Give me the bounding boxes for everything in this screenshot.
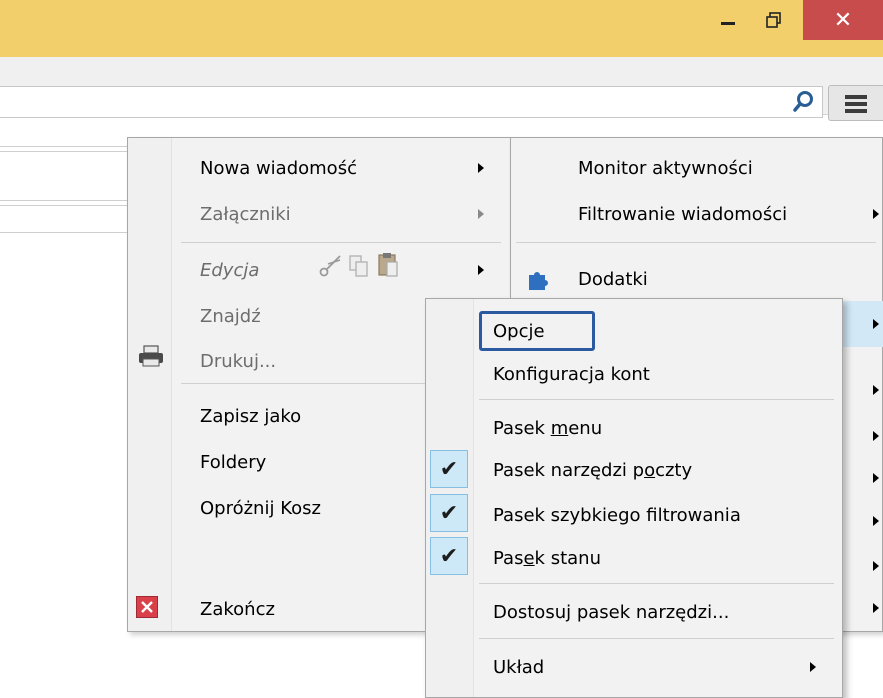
menu-item-mail-toolbar[interactable]: Pasek narzędzi p o czty [493,447,793,493]
puzzle-icon [525,266,551,292]
menu-item-label: Nowa wiadomość [200,157,357,179]
chevron-right-icon [873,209,879,219]
menu-item-label: Opcje [493,320,545,342]
separator [479,583,834,584]
checkmark-icon: ✔ [430,450,468,488]
separator [181,242,501,243]
access-key: m [550,417,569,439]
menu-item-label: Pasek narzędzi p [493,459,645,481]
divider [0,146,130,147]
menu-item-label: Opróżnij Kosz [200,497,321,519]
chevron-right-icon [873,473,879,483]
menu-item-label: Pas [493,547,524,569]
menu-item-edit[interactable]: Edycja [200,247,330,293]
menu-item-menu-bar[interactable]: Pasek m enu [493,405,793,451]
separator [479,638,834,639]
menu-item-label: Foldery [200,451,267,473]
menu-item-print[interactable]: Drukuj... [200,338,450,384]
chevron-right-icon [873,603,879,613]
chevron-right-icon [873,516,879,526]
menu-item-label: Drukuj... [200,350,277,372]
hamburger-icon [845,95,867,99]
menu-item-customize-toolbar[interactable]: Dostosuj pasek narzędzi... [493,589,813,635]
chevron-right-icon [873,319,879,329]
checkmark-icon: ✔ [430,494,468,532]
chevron-right-icon [478,209,484,219]
menu-item-folders[interactable]: Foldery [200,439,450,485]
menu-item-message-filters[interactable]: Filtrowanie wiadomości [578,191,868,237]
restore-button[interactable] [751,0,797,40]
menu-item-label: Załączniki [200,203,291,225]
menu-item-account-settings[interactable]: Konfiguracja kont [493,351,793,397]
minimize-button[interactable] [705,0,751,40]
divider [0,232,130,233]
app-menu-button[interactable] [828,85,883,121]
paste-icon[interactable] [376,251,402,279]
menu-item-label: Monitor aktywności [578,157,753,179]
chevron-right-icon [810,662,816,672]
minimize-icon [721,21,735,25]
exit-icon [136,596,158,618]
menu-item-label: Układ [493,656,545,678]
menu-item-new-message[interactable]: Nowa wiadomość [200,145,500,191]
menu-item-options[interactable]: Opcje [493,308,793,354]
menu-item-label: Pasek szybkiego filtrowania [493,504,741,526]
menu-item-status-bar[interactable]: Pas e k stanu [493,535,793,581]
menu-item-label: Edycja [200,259,260,281]
menu-gutter [128,138,172,631]
menu-item-label: Dodatki [578,268,648,290]
search-input[interactable] [0,86,823,118]
view-submenu: Opcje Konfiguracja kont Pasek m enu ✔ Pas… [425,298,843,698]
chevron-right-icon [478,265,484,275]
menu-item-empty-trash[interactable]: Opróżnij Kosz [200,485,450,531]
menu-item-save-as[interactable]: Zapisz jako [200,393,450,439]
menu-item-quit[interactable]: Zakończ [200,586,450,632]
menu-item-label: Znajdź [200,305,261,327]
printer-icon [138,345,164,367]
separator [479,399,834,400]
menu-item-activity-monitor[interactable]: Monitor aktywności [578,145,868,191]
menu-item-quick-filter-bar[interactable]: Pasek szybkiego filtrowania [493,492,803,538]
scissors-icon[interactable] [318,252,348,280]
search-icon[interactable] [788,88,818,116]
menu-item-label: Konfiguracja kont [493,363,650,385]
divider [0,200,130,201]
close-button[interactable]: ✕ [803,0,883,40]
chevron-right-icon [873,561,879,571]
menu-item-label: Pasek [493,417,551,439]
menu-item-label: Dostosuj pasek narzędzi... [493,601,730,623]
close-icon: ✕ [833,7,853,33]
chevron-right-icon [873,385,879,395]
access-key: e [523,547,535,569]
menu-item-attachments[interactable]: Załączniki [200,191,500,237]
menu-item-layout[interactable]: Układ [493,644,793,690]
chevron-right-icon [873,431,879,441]
chevron-right-icon [478,163,484,173]
menu-item-label: k stanu [534,547,601,569]
menu-item-label: Filtrowanie wiadomości [578,203,788,225]
copy-icon[interactable] [348,254,374,280]
menu-item-label: Zapisz jako [200,405,302,427]
menu-item-label: czty [655,459,693,481]
divider [0,151,130,152]
access-key: o [644,459,656,481]
divider [0,205,130,206]
menu-item-addons[interactable]: Dodatki [578,256,868,302]
menu-item-find[interactable]: Znajdź [200,293,450,339]
menu-item-label: enu [568,417,603,439]
restore-icon [766,12,781,28]
separator [516,242,876,243]
menu-item-label: Zakończ [200,598,275,620]
checkmark-icon: ✔ [430,537,468,575]
